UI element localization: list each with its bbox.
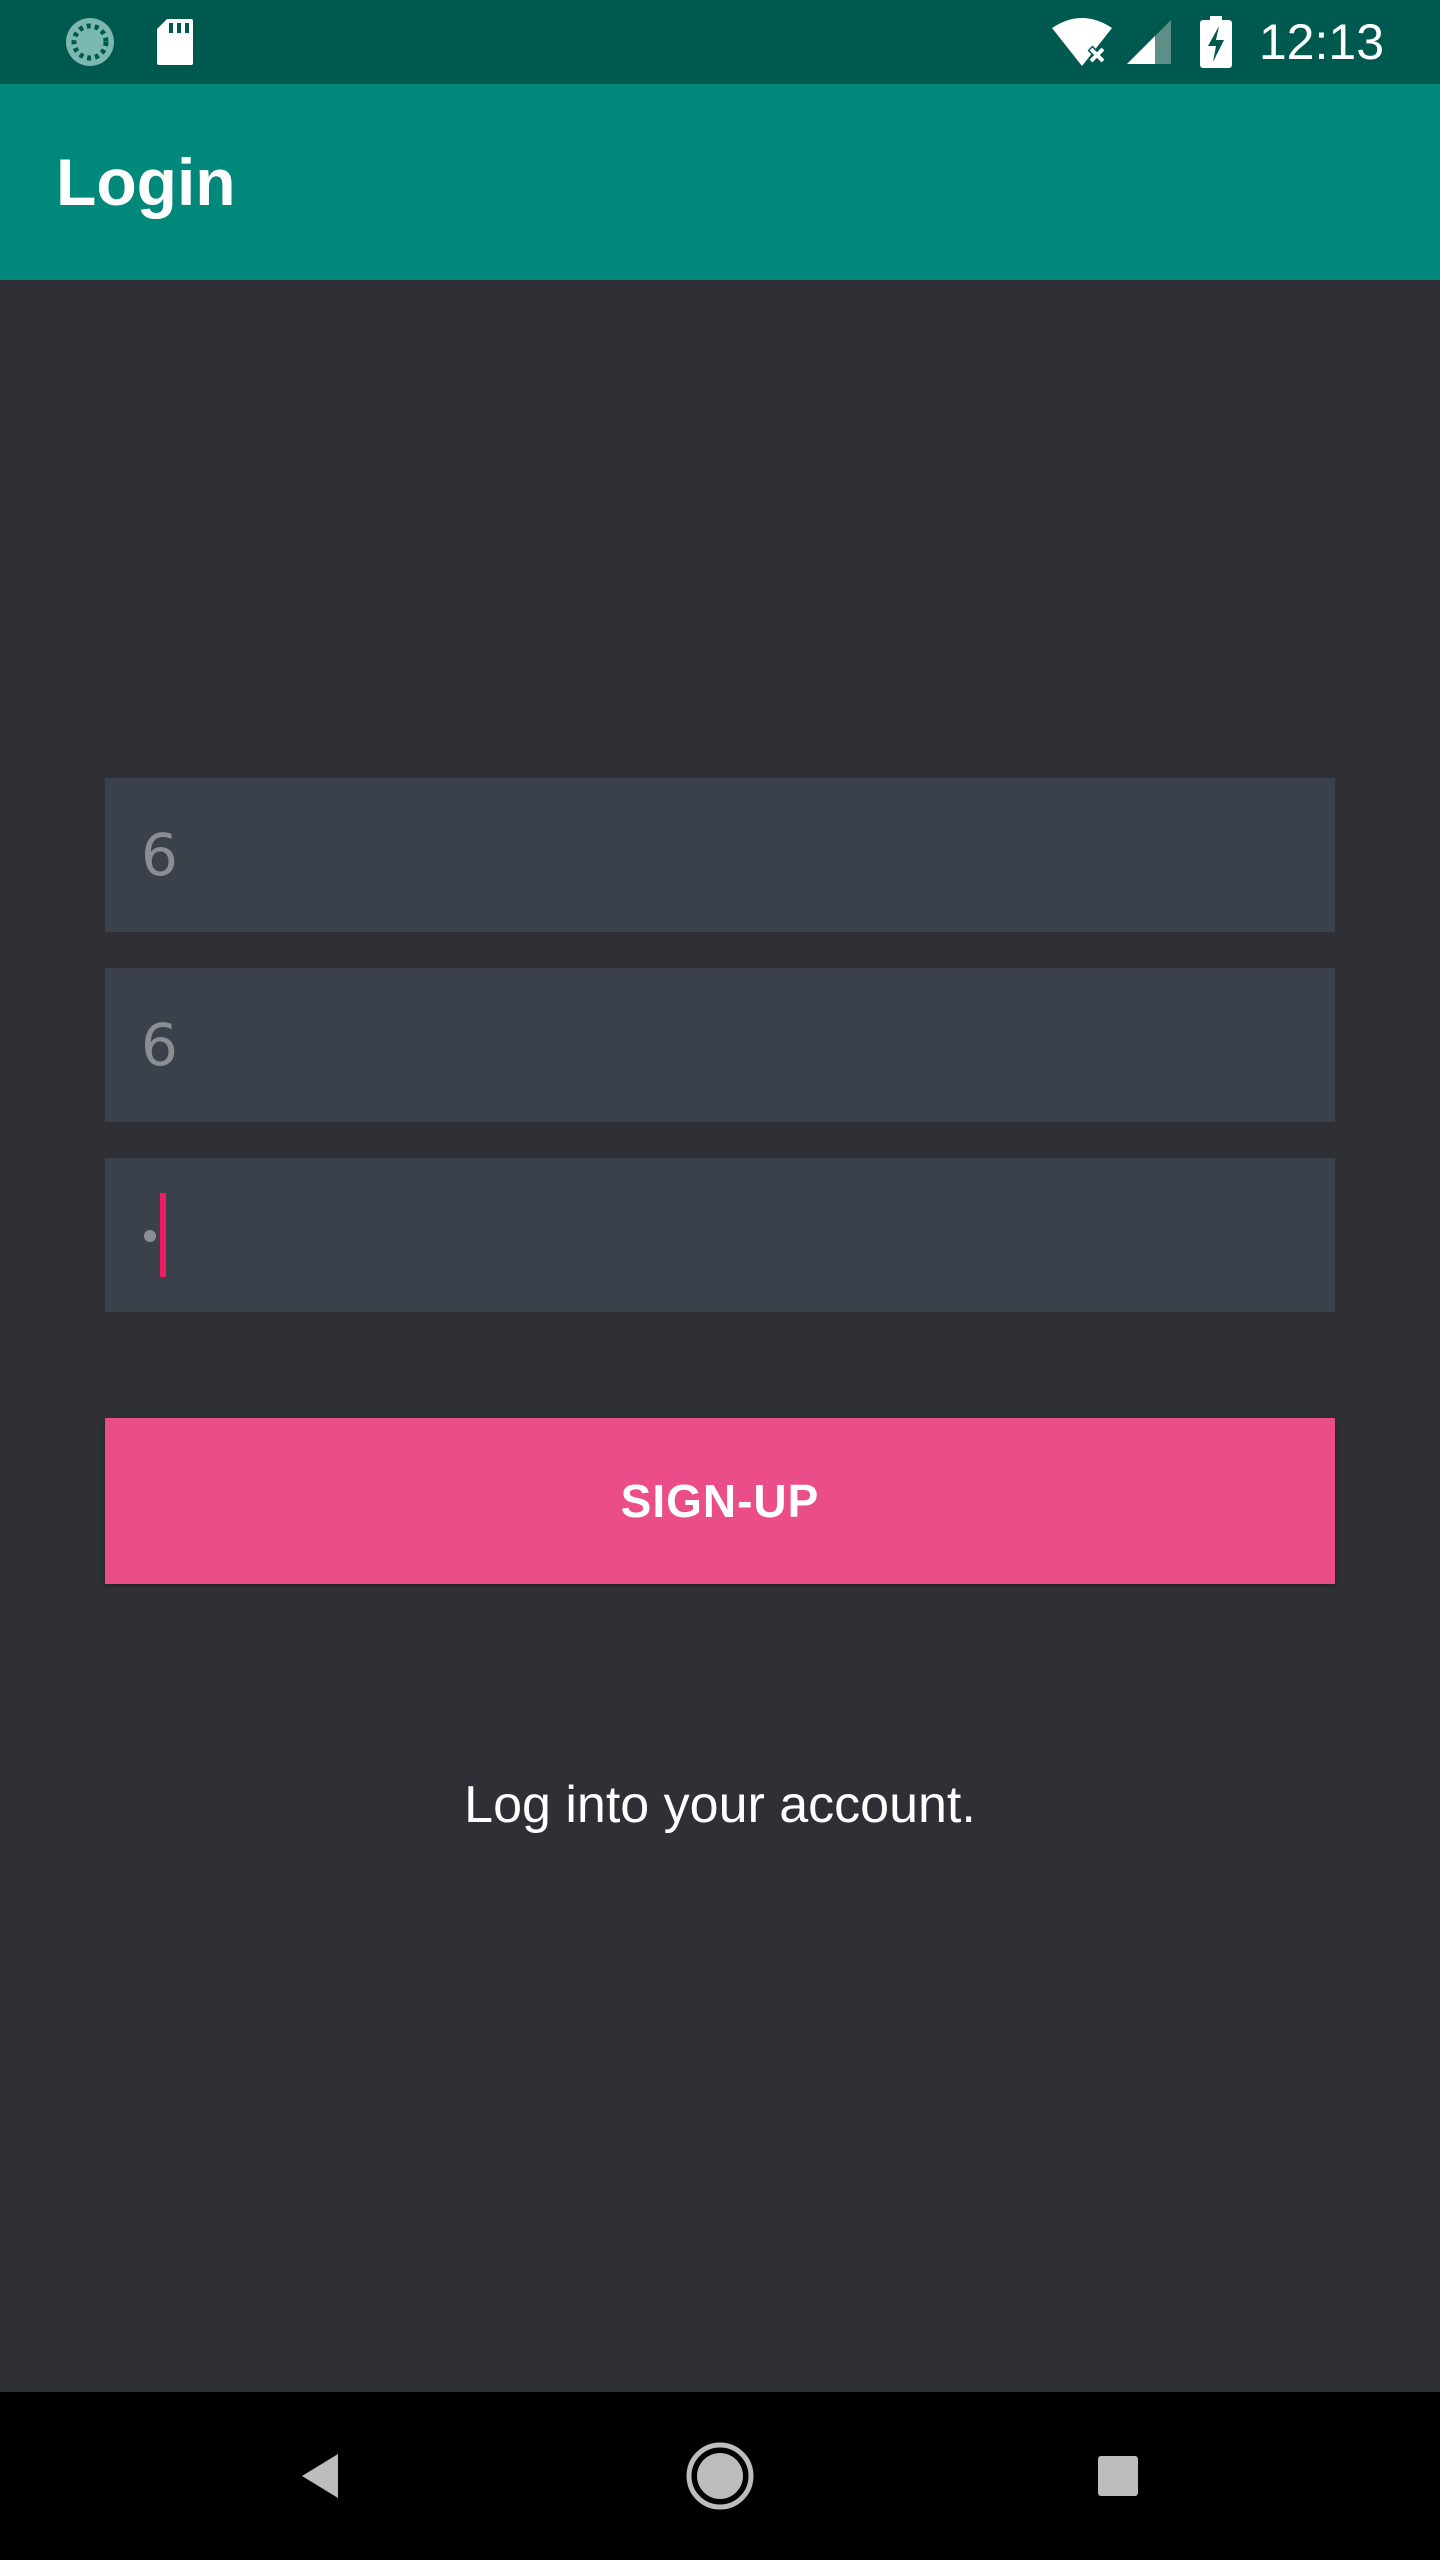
sync-icon <box>60 0 120 84</box>
battery-charging-icon <box>1198 0 1234 84</box>
wifi-off-icon <box>1050 0 1114 84</box>
username-field[interactable] <box>105 778 1335 932</box>
text-cursor <box>160 1193 166 1277</box>
back-icon[interactable] <box>280 2392 360 2560</box>
signal-icon <box>1124 0 1174 84</box>
login-link[interactable]: Log into your account. <box>0 1775 1440 1835</box>
password-dot <box>144 1230 156 1242</box>
status-time: 12:13 <box>1258 14 1384 70</box>
signup-button[interactable]: SIGN-UP <box>105 1418 1335 1584</box>
username-input[interactable] <box>105 778 1335 932</box>
email-input[interactable] <box>105 968 1335 1122</box>
email-field[interactable] <box>105 968 1335 1122</box>
content-area <box>0 280 1440 2392</box>
page-title: Login <box>56 145 236 219</box>
nav-bar <box>0 2392 1440 2560</box>
recents-icon[interactable] <box>1076 2392 1160 2560</box>
home-icon[interactable] <box>678 2392 762 2560</box>
password-field[interactable] <box>105 1158 1335 1312</box>
password-input[interactable] <box>105 1158 1335 1312</box>
app-bar: Login <box>0 84 1440 280</box>
sd-card-icon <box>150 0 200 84</box>
status-bar: 12:13 <box>0 0 1440 84</box>
